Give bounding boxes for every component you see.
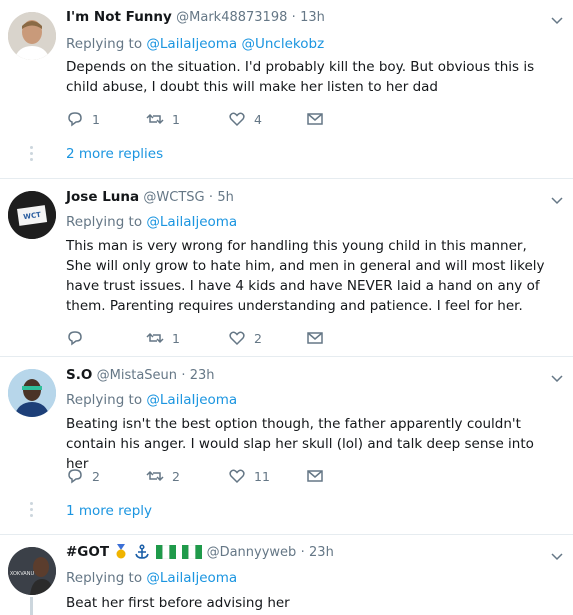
envelope-icon [307,470,323,482]
avatar[interactable]: WCT [8,191,56,239]
mention-link[interactable]: @LailaIjeoma [146,36,237,52]
tweet-text: Beating isn't the best option though, th… [66,416,534,472]
display-name[interactable]: #GOT [66,544,109,560]
timestamp[interactable]: 23h [309,545,334,560]
tweet-text: This man is very wrong for handling this… [66,238,545,314]
tweet-2[interactable]: WCT Jose Luna @WCTSG · 5h Replying to @L… [0,179,573,356]
separator-dot: · [300,545,305,560]
mention-link[interactable]: @LailaIjeoma [146,214,237,230]
timestamp[interactable]: 23h [190,368,215,383]
chevron-down-icon[interactable] [551,550,563,562]
thread-line [30,597,33,615]
display-name[interactable]: Jose Luna [66,189,139,205]
timestamp[interactable]: 5h [217,190,234,205]
retweet-count: 1 [172,111,180,127]
mention-link[interactable]: @LailaIjeoma [146,392,237,408]
reply-button[interactable]: 1 [66,110,100,128]
user-handle[interactable]: @Mark48873198 [176,10,287,25]
reply-icon [68,469,82,484]
reply-icon [68,112,82,127]
replying-to-label: Replying to [66,392,143,408]
reply-button[interactable] [66,329,92,347]
retweet-icon [146,332,164,344]
mention-link[interactable]: @Unclekobz [242,36,325,52]
separator-dot: · [208,190,214,205]
reply-icon [68,331,82,346]
timestamp[interactable]: 13h [300,10,325,25]
mention-link[interactable]: @LailaIjeoma [146,570,237,586]
direct-message-button[interactable] [306,110,332,128]
direct-message-button[interactable] [306,467,332,485]
separator-dot: · [181,368,186,383]
chevron-down-icon[interactable] [551,194,563,206]
avatar[interactable] [8,369,56,417]
user-handle[interactable]: @Dannyyweb [207,545,297,560]
user-handle[interactable]: @WCTSG [143,190,204,205]
tweet-text: Depends on the situation. I'd probably k… [66,59,535,95]
retweet-count: 2 [172,468,180,484]
avatar[interactable] [8,12,56,60]
medal-icon [116,544,126,559]
display-name[interactable]: S.O [66,367,92,383]
like-count: 4 [254,111,262,127]
like-button[interactable]: 4 [228,110,262,128]
tweet-text: Beat her first before advising her [66,595,290,611]
nigeria-flag-icon [155,545,176,559]
chevron-down-icon[interactable] [551,14,563,26]
nigeria-flag-icon [182,545,203,559]
tweet-4[interactable]: XOKVANU #GOT @Dannyyweb · 23h Replying t… [0,535,573,615]
more-replies-link[interactable]: 1 more reply [66,503,152,519]
reply-count: 2 [92,468,100,484]
more-replies-link[interactable]: 2 more replies [66,146,163,162]
avatar-label: XOKVANU [10,571,35,577]
heart-icon [229,112,245,127]
direct-message-button[interactable] [306,329,332,347]
separator-dot: · [291,10,296,25]
display-name[interactable]: I'm Not Funny [66,9,172,25]
thread-dots [30,146,34,164]
tweet-1[interactable]: I'm Not Funny @Mark48873198 · 13h Replyi… [0,0,573,178]
user-handle[interactable]: @MistaSeun [97,368,177,383]
like-count: 2 [254,330,262,346]
retweet-button[interactable]: 2 [146,467,180,485]
like-button[interactable]: 2 [228,329,262,347]
like-button[interactable]: 11 [228,467,270,485]
reply-count: 1 [92,111,100,127]
thread-dots [30,502,34,520]
retweet-button[interactable]: 1 [146,329,180,347]
retweet-count: 1 [172,330,180,346]
avatar[interactable]: XOKVANU [8,547,56,595]
heart-icon [229,469,245,484]
like-count: 11 [254,468,270,484]
reply-button[interactable]: 2 [66,467,100,485]
retweet-icon [146,113,164,125]
replying-to-label: Replying to [66,570,143,586]
replying-to-label: Replying to [66,214,143,230]
retweet-button[interactable]: 1 [146,110,180,128]
replying-to-label: Replying to [66,36,143,52]
tweet-3[interactable]: S.O @MistaSeun · 23h Replying to @LailaI… [0,357,573,534]
envelope-icon [307,332,323,344]
anchor-icon [134,544,149,559]
envelope-icon [307,113,323,125]
retweet-icon [146,470,164,482]
heart-icon [229,331,245,346]
chevron-down-icon[interactable] [551,372,563,384]
